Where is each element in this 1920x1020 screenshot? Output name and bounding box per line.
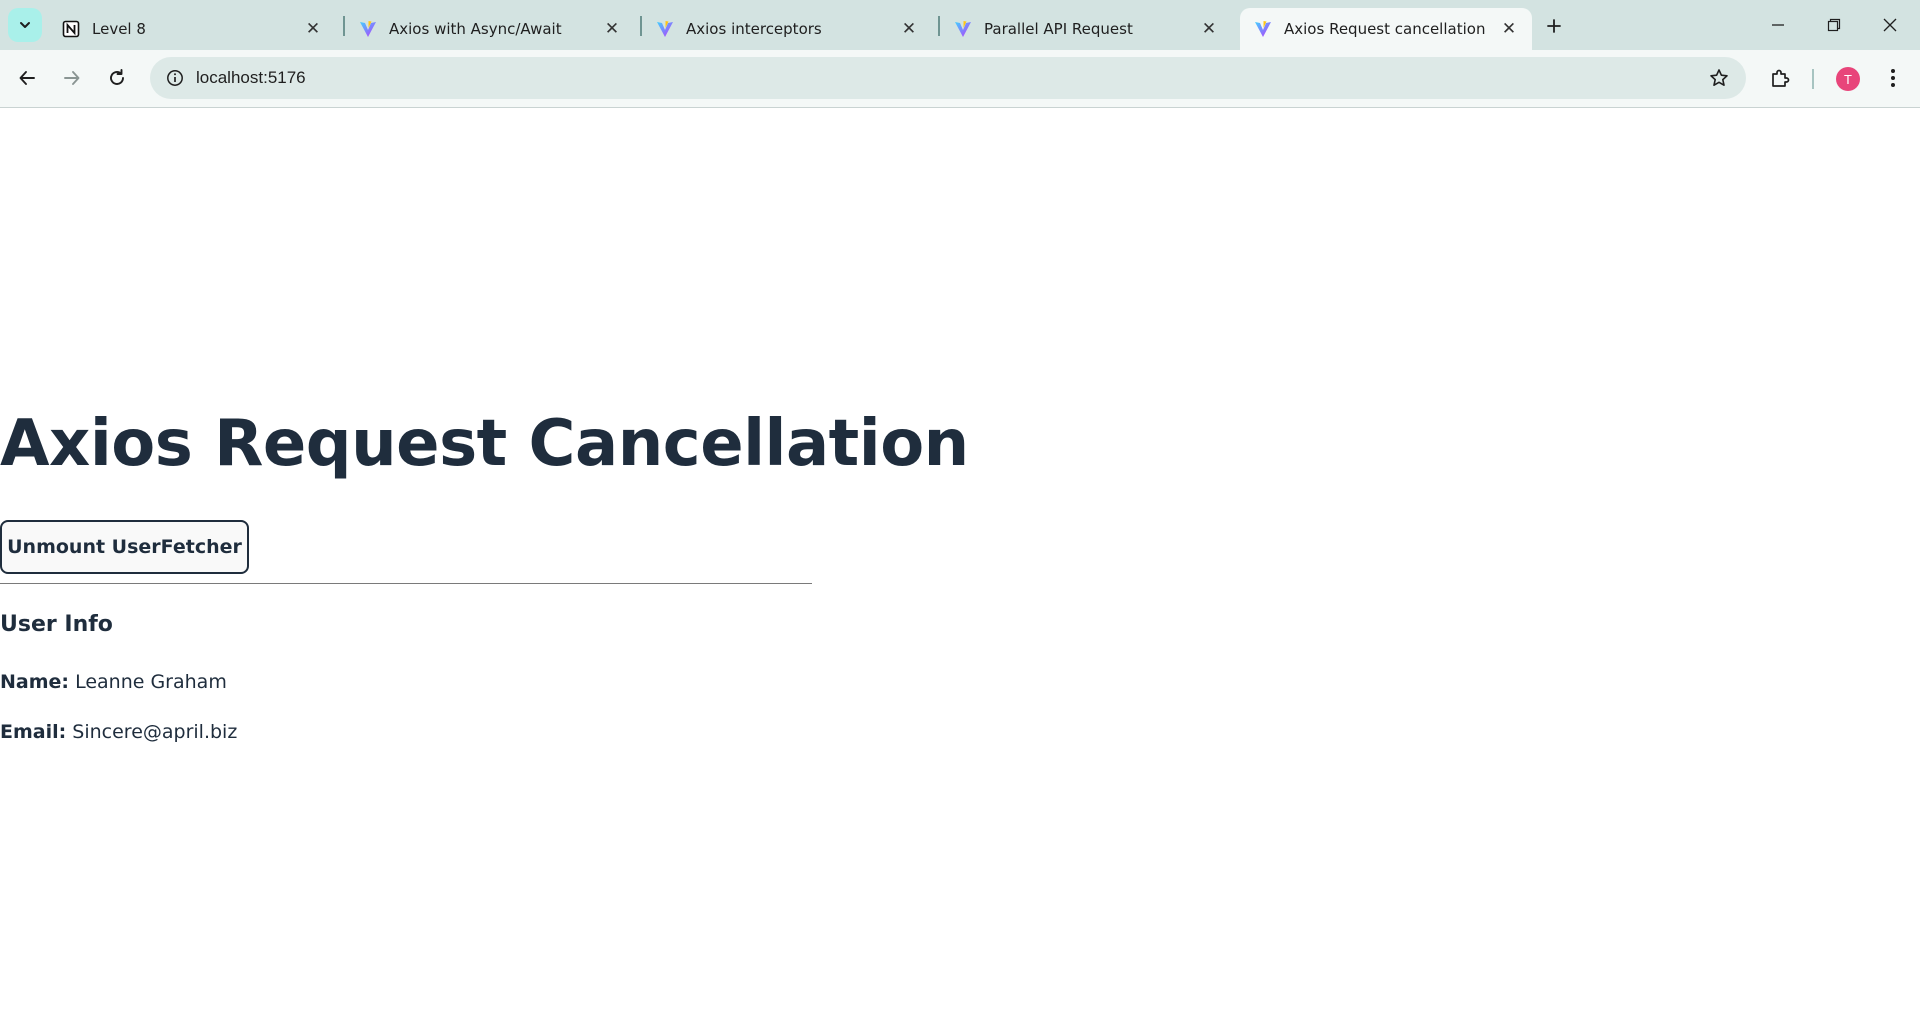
extensions-button[interactable]	[1763, 60, 1799, 96]
chevron-down-icon	[20, 22, 30, 28]
close-window-button[interactable]	[1868, 8, 1912, 42]
tab-axios-interceptors[interactable]: Axios interceptors ✕	[642, 8, 932, 50]
url-text: localhost:5176	[196, 68, 306, 87]
restore-icon	[1827, 18, 1841, 32]
plus-icon	[1547, 19, 1561, 33]
tab-parallel-api-request[interactable]: Parallel API Request ✕	[940, 8, 1232, 50]
email-value: Sincere@april.biz	[72, 721, 238, 743]
page-content: Axios Request Cancellation Unmount UserF…	[0, 109, 1920, 1020]
reload-button[interactable]	[99, 60, 135, 96]
user-name-line: Name: Leanne Graham	[0, 671, 227, 693]
minimize-button[interactable]	[1756, 8, 1800, 42]
tab-search-button[interactable]	[8, 8, 42, 42]
tab-close-icon[interactable]: ✕	[302, 18, 324, 40]
bookmark-star-icon[interactable]	[1704, 63, 1734, 93]
tab-strip: Level 8 ✕ Axios with Async/Await ✕ Axios…	[0, 0, 1920, 50]
arrow-right-icon	[64, 71, 80, 85]
unmount-userfetcher-button[interactable]: Unmount UserFetcher	[0, 520, 249, 574]
restore-button[interactable]	[1812, 8, 1856, 42]
divider	[0, 583, 812, 584]
page-title: Axios Request Cancellation	[0, 407, 969, 481]
tab-axios-async-await[interactable]: Axios with Async/Await ✕	[345, 8, 635, 50]
kebab-menu-icon	[1891, 69, 1895, 87]
name-label: Name:	[0, 671, 70, 693]
vite-icon	[656, 20, 674, 38]
name-value: Leanne Graham	[75, 671, 227, 693]
browser-menu-button[interactable]	[1875, 60, 1911, 96]
email-label: Email:	[0, 721, 67, 743]
profile-initial: T	[1844, 71, 1852, 87]
toolbar-separator	[1812, 69, 1814, 89]
tab-title: Axios interceptors	[686, 20, 822, 38]
close-icon	[1883, 18, 1897, 32]
tab-close-icon[interactable]: ✕	[898, 18, 920, 40]
tab-close-icon[interactable]: ✕	[1198, 18, 1220, 40]
address-bar[interactable]: localhost:5176	[150, 57, 1746, 99]
tab-title: Level 8	[92, 20, 146, 38]
arrow-left-icon	[19, 71, 35, 85]
user-info-heading: User Info	[0, 612, 113, 637]
user-email-line: Email: Sincere@april.biz	[0, 721, 237, 743]
vite-icon	[1254, 20, 1272, 38]
site-info-icon[interactable]	[160, 63, 190, 93]
tab-axios-request-cancellation[interactable]: Axios Request cancellation ✕	[1240, 8, 1532, 50]
tab-close-icon[interactable]: ✕	[1498, 18, 1520, 40]
tab-title: Axios Request cancellation	[1284, 20, 1486, 38]
forward-button[interactable]	[54, 60, 90, 96]
notion-icon	[62, 20, 80, 38]
tab-close-icon[interactable]: ✕	[601, 18, 623, 40]
tab-title: Parallel API Request	[984, 20, 1133, 38]
profile-avatar[interactable]: T	[1836, 67, 1860, 91]
reload-icon	[110, 69, 124, 85]
puzzle-icon	[1772, 69, 1790, 87]
tab-title: Axios with Async/Await	[389, 20, 562, 38]
vite-icon	[954, 20, 972, 38]
new-tab-button[interactable]	[1540, 12, 1568, 40]
minimize-icon	[1772, 24, 1784, 26]
browser-toolbar: localhost:5176 T	[0, 50, 1920, 108]
vite-icon	[359, 20, 377, 38]
back-button[interactable]	[9, 60, 45, 96]
tab-level-8[interactable]: Level 8 ✕	[48, 8, 336, 50]
